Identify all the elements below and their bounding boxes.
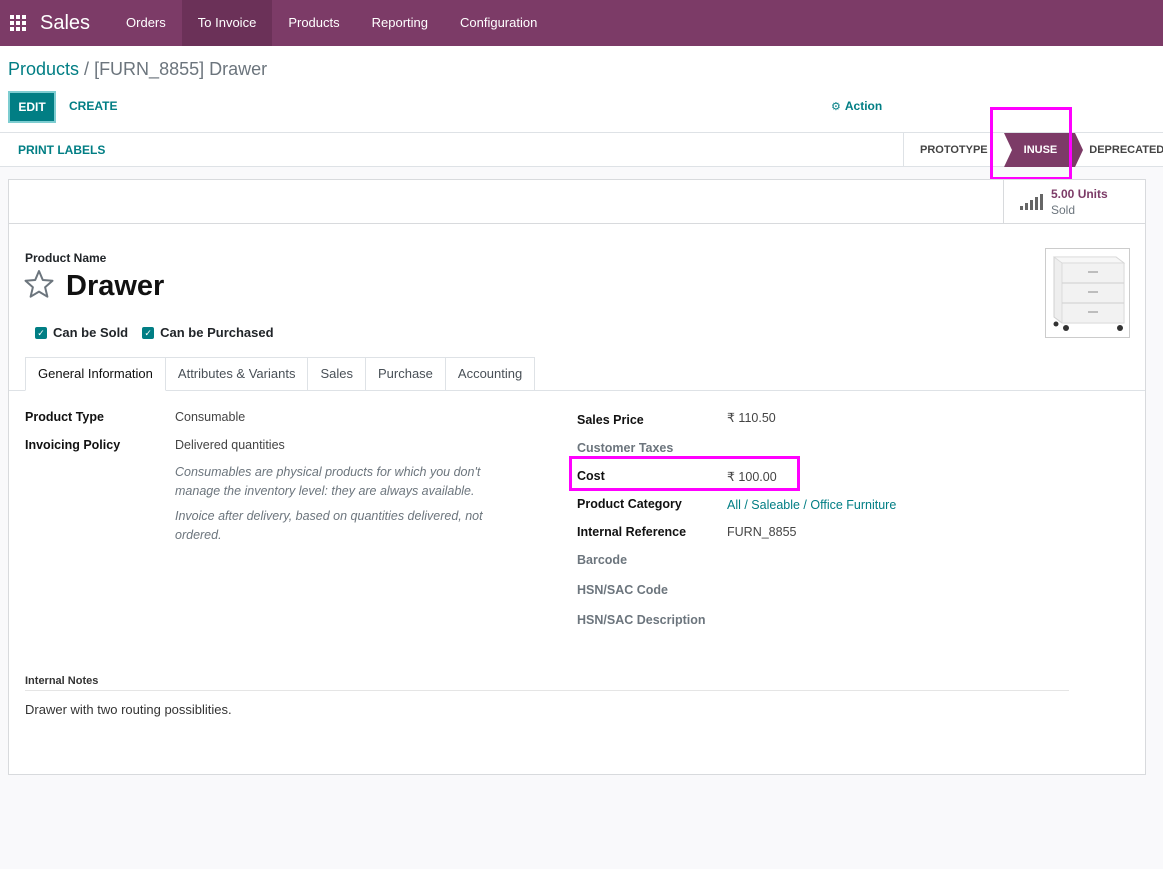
apps-menu-icon[interactable]	[2, 0, 34, 46]
breadcrumb-products-link[interactable]: Products	[8, 59, 79, 79]
checkbox-checked-icon: ✓	[35, 326, 47, 339]
nav-orders[interactable]: Orders	[110, 0, 182, 46]
can-be-purchased-checkbox[interactable]: ✓ Can be Purchased	[142, 325, 274, 340]
sales-price-label: Sales Price	[577, 413, 644, 427]
tab-accounting[interactable]: Accounting	[445, 357, 536, 391]
top-navbar: Sales Orders To Invoice Products Reporti…	[0, 0, 1163, 46]
star-icon[interactable]	[23, 268, 55, 300]
signal-icon	[1020, 194, 1043, 210]
internal-notes-label: Internal Notes	[25, 675, 99, 687]
tab-sales[interactable]: Sales	[308, 357, 366, 391]
barcode-label: Barcode	[577, 553, 628, 567]
units-sold-button[interactable]: 5.00 Units Sold	[1003, 180, 1145, 224]
drawer-image	[1046, 249, 1129, 337]
tab-attributes-variants[interactable]: Attributes & Variants	[165, 357, 309, 391]
product-name-label: Product Name	[25, 251, 107, 265]
highlight-cost	[569, 456, 800, 491]
can-be-sold-label: Can be Sold	[53, 325, 129, 340]
status-bar: PRINT LABELS PROTOTYPE INUSE DEPRECATED	[0, 132, 1163, 167]
nav-products[interactable]: Products	[272, 0, 355, 46]
breadcrumb: Products / [FURN_8855] Drawer	[8, 59, 267, 80]
app-brand[interactable]: Sales	[40, 12, 90, 35]
product-image[interactable]	[1045, 248, 1130, 338]
product-type-value[interactable]: Consumable	[175, 410, 245, 424]
invoicing-policy-label: Invoicing Policy	[25, 438, 121, 452]
can-be-sold-checkbox[interactable]: ✓ Can be Sold	[35, 325, 128, 340]
notes-divider	[25, 690, 1069, 691]
can-be-purchased-label: Can be Purchased	[160, 325, 274, 340]
nav-to-invoice[interactable]: To Invoice	[181, 0, 273, 46]
internal-reference-label: Internal Reference	[577, 525, 687, 539]
checkbox-checked-icon: ✓	[142, 326, 155, 339]
hsn-sac-code-label: HSN/SAC Code	[577, 583, 668, 597]
gear-icon: ⚙	[831, 100, 841, 113]
control-panel: Products / [FURN_8855] Drawer EDIT CREAT…	[0, 46, 1163, 133]
action-dropdown[interactable]: ⚙ Action	[831, 99, 882, 113]
invoice-help-text: Invoice after delivery, based on quantit…	[175, 509, 483, 542]
form-tabs: General Information Attributes & Variant…	[25, 357, 536, 391]
internal-reference-value[interactable]: FURN_8855	[727, 525, 796, 539]
product-checkboxes: ✓ Can be Sold ✓ Can be Purchased	[35, 325, 274, 340]
tab-purchase[interactable]: Purchase	[365, 357, 446, 391]
product-type-label: Product Type	[25, 410, 104, 424]
nav-reporting[interactable]: Reporting	[356, 0, 444, 46]
stage-deprecated[interactable]: DEPRECATED	[1075, 133, 1163, 167]
consumable-help-text: Consumables are physical products for wh…	[175, 465, 481, 498]
product-category-link[interactable]: All / Saleable / Office Furniture	[727, 498, 896, 512]
print-labels-button[interactable]: PRINT LABELS	[18, 143, 105, 157]
breadcrumb-separator: /	[79, 59, 95, 79]
customer-taxes-label: Customer Taxes	[577, 441, 674, 455]
edit-button[interactable]: EDIT	[8, 91, 56, 123]
button-box: 5.00 Units Sold	[9, 180, 1145, 224]
hsn-sac-description-label: HSN/SAC Description	[577, 613, 706, 627]
internal-notes-text[interactable]: Drawer with two routing possiblities.	[25, 702, 232, 717]
create-button[interactable]: CREATE	[69, 99, 117, 113]
nav-configuration[interactable]: Configuration	[444, 0, 553, 46]
product-category-label: Product Category	[577, 497, 682, 511]
units-sold-value: 5.00 Units	[1051, 187, 1108, 201]
units-sold-label: Sold	[1051, 203, 1076, 217]
highlight-inuse	[990, 107, 1072, 180]
stage-prototype[interactable]: PROTOTYPE	[904, 133, 1004, 167]
sales-price-value[interactable]: ₹ 110.50	[727, 410, 776, 425]
tab-general-information[interactable]: General Information	[25, 357, 166, 391]
action-label: Action	[844, 99, 883, 113]
breadcrumb-current: [FURN_8855] Drawer	[94, 59, 268, 79]
invoicing-policy-value[interactable]: Delivered quantities	[175, 438, 285, 452]
product-title: Drawer	[66, 270, 165, 302]
